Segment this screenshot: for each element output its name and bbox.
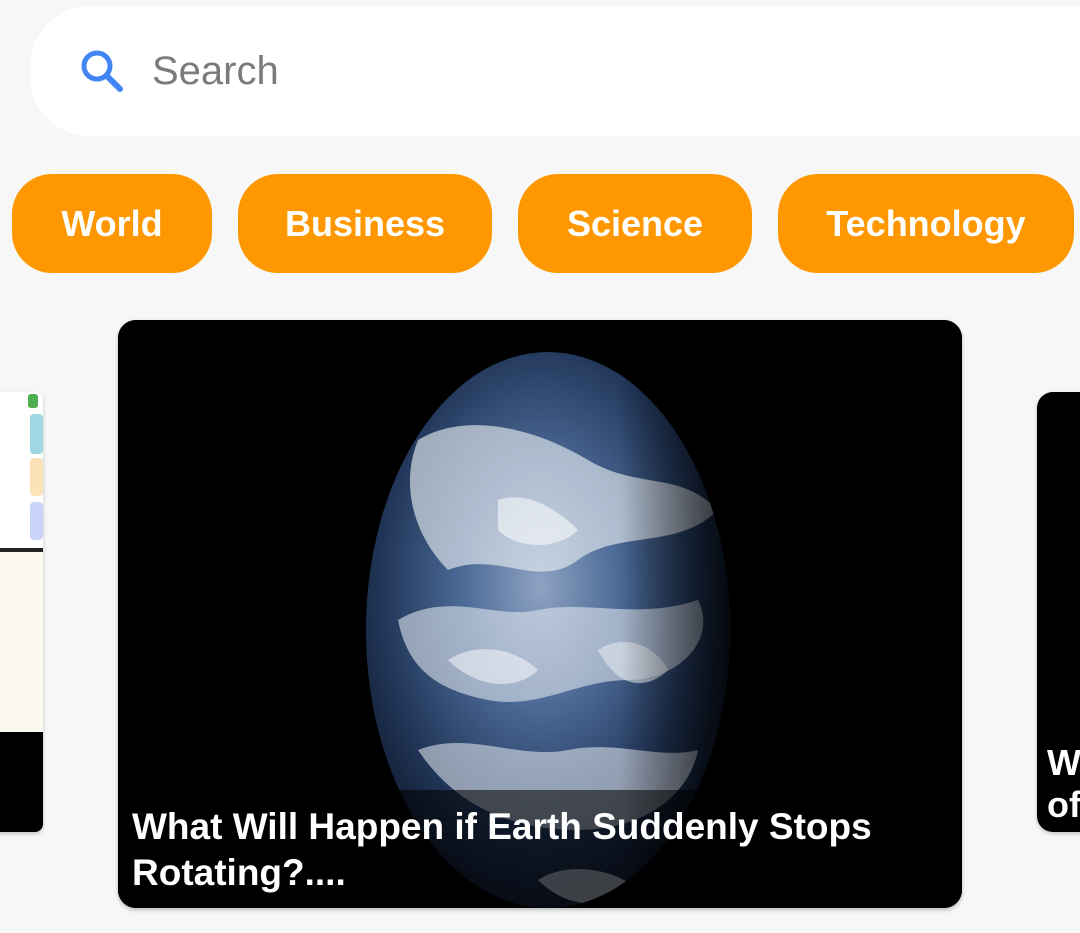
- news-card-title: What Will Happen if Earth Suddenly Stops…: [118, 790, 962, 908]
- news-card-next-title: W of: [1047, 742, 1080, 825]
- chip-technology[interactable]: Technology: [778, 174, 1074, 273]
- chip-world[interactable]: World: [12, 174, 212, 273]
- news-carousel[interactable]: What Will Happen if Earth Suddenly Stops…: [0, 320, 1080, 920]
- news-card-next[interactable]: W of: [1037, 392, 1080, 832]
- chip-business[interactable]: Business: [238, 174, 492, 273]
- news-card-main[interactable]: What Will Happen if Earth Suddenly Stops…: [118, 320, 962, 908]
- search-bar[interactable]: [30, 6, 1080, 136]
- category-chips: World Business Science Technology: [0, 174, 1080, 274]
- search-icon: [78, 47, 126, 95]
- chip-science[interactable]: Science: [518, 174, 752, 273]
- news-card-previous[interactable]: [0, 392, 43, 832]
- search-input[interactable]: [150, 47, 954, 95]
